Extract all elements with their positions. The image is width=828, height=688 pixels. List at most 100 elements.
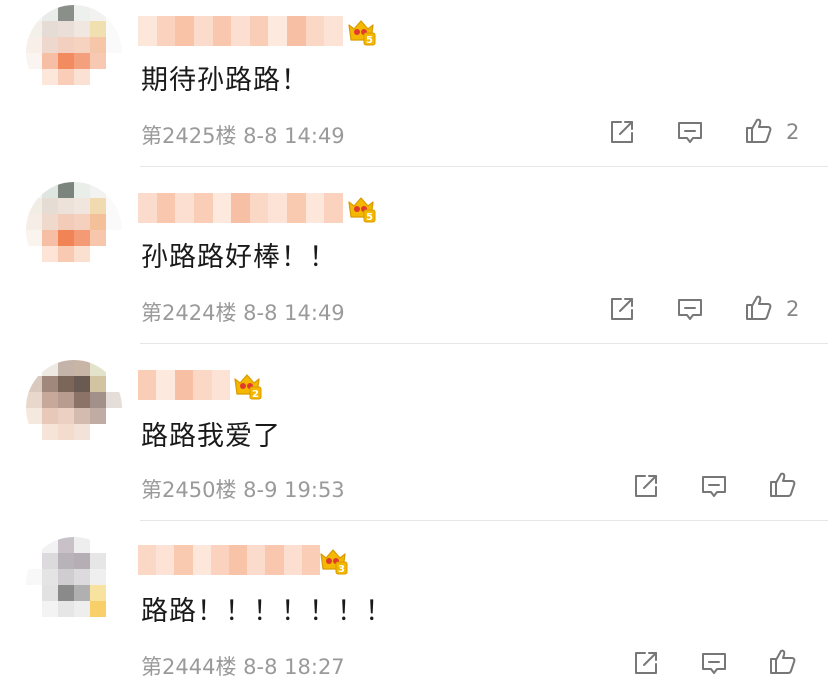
avatar-pixel [42,198,58,214]
username-blurred[interactable] [138,16,344,46]
avatar-pixel [74,617,90,633]
avatar[interactable] [26,537,122,633]
avatar-pixel [74,601,90,617]
like-icon[interactable] [766,645,798,677]
username-blurred[interactable] [138,370,231,400]
comment-item: 2 路路我爱了 第2450楼 8-9 19:53 [0,354,828,531]
avatar-pixel [90,408,106,424]
avatar-pixel [58,569,74,585]
avatar-pixel [90,617,106,633]
avatar-pixel [90,53,106,69]
like-icon[interactable] [742,114,774,146]
avatar-pixel [106,214,122,230]
avatar-pixel [90,585,106,601]
username-blur-pixel [156,370,175,400]
avatar[interactable] [26,360,122,456]
avatar-pixel [106,85,122,101]
avatar-pixel [26,214,42,230]
avatar-pixel [26,5,42,21]
avatar-pixel [74,246,90,262]
username-blur-pixel [211,370,231,400]
avatar-pixel [74,230,90,246]
username-blurred[interactable] [138,545,321,575]
comment-time: 19:53 [284,478,345,502]
avatar-pixel [74,214,90,230]
reply-icon[interactable] [674,293,706,325]
avatar-pixel [42,617,58,633]
username-blur-pixel [287,16,306,46]
avatar-pixel [58,537,74,553]
avatar-pixel [58,424,74,440]
avatar-pixel [42,53,58,69]
avatar-pixel [74,21,90,37]
reply-icon[interactable] [698,470,730,502]
avatar-pixel [26,617,42,633]
avatar-pixel [106,246,122,262]
reply-icon[interactable] [698,647,730,679]
username-blur-pixel [212,193,232,223]
avatar-pixel [26,230,42,246]
floor-label: 第2424楼 [141,301,237,325]
avatar-pixel [42,569,58,585]
comment-date: 8-9 [243,478,278,502]
avatar-pixel [90,360,106,376]
comment-meta: 第2444楼 8-8 18:27 [141,651,345,681]
username-blur-pixel [324,16,344,46]
avatar-pixel [26,553,42,569]
divider [140,343,828,344]
username-blur-pixel [231,193,250,223]
avatar[interactable] [26,182,122,278]
avatar-pixel [58,392,74,408]
avatar-pixel [106,182,122,198]
floor-label: 第2425楼 [141,124,237,148]
avatar[interactable] [26,5,122,101]
share-icon[interactable] [606,293,638,325]
username-blur-pixel [138,370,157,400]
avatar-pixel [58,230,74,246]
avatar-pixel [74,537,90,553]
avatar-pixel [90,37,106,53]
share-icon[interactable] [630,647,662,679]
like-icon[interactable] [766,468,798,500]
avatar-pixel [26,360,42,376]
like-icon[interactable] [742,291,774,323]
username-blur-pixel [174,370,194,400]
reply-icon[interactable] [674,116,706,148]
comment-item: 5 孙路路好棒！！ 第2424楼 8-8 14:49 2 [0,177,828,354]
avatar-pixel [58,617,74,633]
comment-meta: 第2424楼 8-8 14:49 [141,297,345,327]
avatar-pixel [26,198,42,214]
avatar-pixel [106,601,122,617]
avatar-pixel [58,553,74,569]
avatar-pixel [42,230,58,246]
avatar-pixel [90,569,106,585]
avatar-pixel [58,360,74,376]
username-blur-pixel [175,193,194,223]
username-blur-pixel [156,193,176,223]
crown-badge-icon: 3 [318,545,348,575]
share-icon[interactable] [606,116,638,148]
avatar-pixel [42,408,58,424]
avatar-pixel [58,5,74,21]
avatar-pixel [26,585,42,601]
share-icon[interactable] [630,470,662,502]
avatar-pixel [90,85,106,101]
username-blur-pixel [175,16,194,46]
username-blur-pixel [324,193,344,223]
avatar-pixel [42,262,58,278]
username-blur-pixel [249,193,269,223]
floor-label: 第2450楼 [141,478,237,502]
avatar-pixel [74,392,90,408]
avatar-pixel [58,214,74,230]
comment-item: 3 路路！！！！！！！ 第2444楼 8-8 18:27 [0,531,828,688]
username-blurred[interactable] [138,193,344,223]
avatar-pixel [26,246,42,262]
username-blur-pixel [138,193,157,223]
avatar-pixel [74,440,90,456]
crown-badge-icon: 5 [346,16,376,46]
comment-date: 8-8 [243,655,278,679]
like-count: 2 [786,120,800,144]
avatar-pixel [106,537,122,553]
avatar-pixel [26,85,42,101]
avatar-pixel [106,585,122,601]
